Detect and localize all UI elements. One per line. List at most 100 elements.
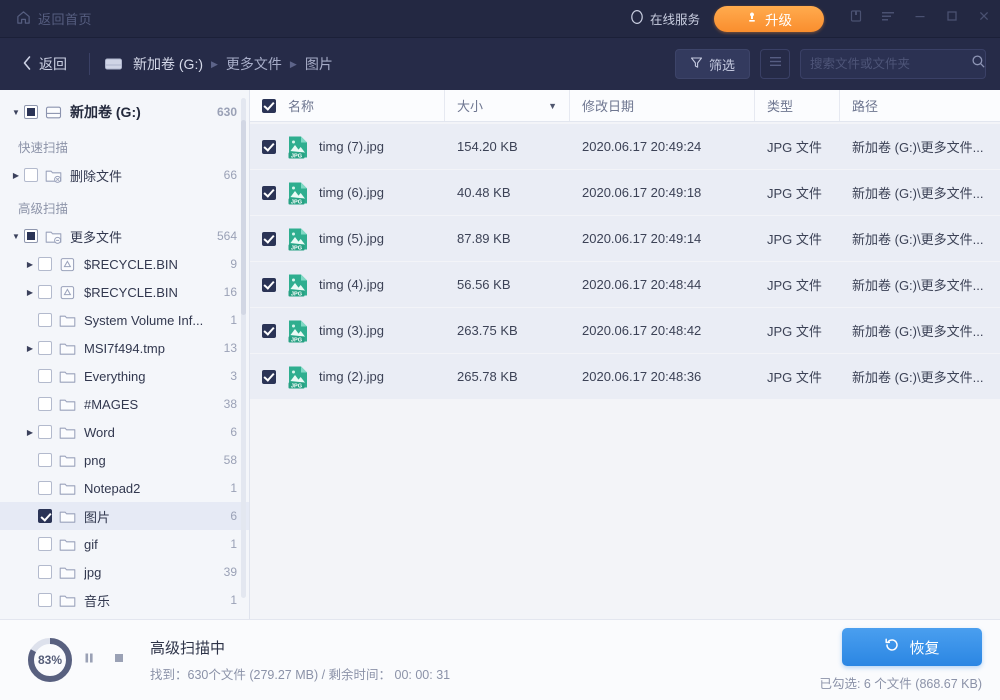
- row-checkbox[interactable]: [262, 278, 276, 292]
- chevron-down-icon[interactable]: ▼: [8, 108, 24, 117]
- sidebar-item-checkbox[interactable]: [38, 453, 52, 467]
- online-service-button[interactable]: 在线服务: [630, 9, 700, 28]
- sidebar-item-checkbox[interactable]: [24, 105, 38, 119]
- column-header-name[interactable]: 名称: [250, 90, 445, 121]
- column-header-size[interactable]: 大小 ▼: [445, 90, 570, 121]
- sidebar-item-图片[interactable]: 图片6: [0, 502, 249, 530]
- scan-status-text: 高级扫描中 找到：630个文件 (279.27 MB) / 剩余时间： 00: …: [150, 637, 450, 683]
- table-row[interactable]: JPGtimg (6).jpg40.48 KB2020.06.17 20:49:…: [250, 170, 1000, 216]
- sidebar-item-count: 66: [224, 168, 237, 182]
- chevron-right-icon[interactable]: ▶: [22, 428, 38, 437]
- funnel-icon: [690, 56, 703, 72]
- feedback-button[interactable]: [840, 0, 872, 38]
- breadcrumb-item-2[interactable]: 图片: [305, 54, 333, 74]
- search-box[interactable]: [800, 49, 986, 79]
- folder-icon: [59, 313, 77, 328]
- column-header-type[interactable]: 类型: [755, 90, 840, 121]
- row-checkbox[interactable]: [262, 232, 276, 246]
- sidebar-item-count: 39: [224, 565, 237, 579]
- chevron-right-icon[interactable]: ▶: [22, 260, 38, 269]
- jpg-file-icon: JPG: [287, 181, 309, 205]
- row-checkbox[interactable]: [262, 140, 276, 154]
- sort-chevron-down-icon[interactable]: ▼: [548, 101, 557, 111]
- sidebar-item-checkbox[interactable]: [38, 397, 52, 411]
- chevron-right-icon[interactable]: ▶: [22, 288, 38, 297]
- recycle-bin-icon: [59, 285, 77, 300]
- chevron-right-icon[interactable]: ▶: [8, 171, 24, 180]
- sidebar-item-checkbox[interactable]: [38, 369, 52, 383]
- sidebar-item-checkbox[interactable]: [24, 229, 38, 243]
- table-row[interactable]: JPGtimg (7).jpg154.20 KB2020.06.17 20:49…: [250, 124, 1000, 170]
- sidebar-scrollbar-thumb[interactable]: [241, 120, 246, 315]
- sidebar-item-音乐[interactable]: 音乐1: [0, 586, 249, 614]
- table-row[interactable]: JPGtimg (5).jpg87.89 KB2020.06.17 20:49:…: [250, 216, 1000, 262]
- row-checkbox[interactable]: [262, 186, 276, 200]
- upgrade-button[interactable]: 升级: [714, 6, 824, 32]
- breadcrumb-item-1[interactable]: 更多文件: [226, 54, 282, 74]
- sidebar-item-checkbox[interactable]: [38, 341, 52, 355]
- minimize-button[interactable]: [904, 0, 936, 38]
- sidebar-item--recycle-bin[interactable]: ▶$RECYCLE.BIN9: [0, 250, 249, 278]
- file-name-label: timg (4).jpg: [319, 277, 384, 292]
- row-checkbox[interactable]: [262, 370, 276, 384]
- table-row[interactable]: JPGtimg (3).jpg263.75 KB2020.06.17 20:48…: [250, 308, 1000, 354]
- cell-path: 新加卷 (G:)\更多文件...: [840, 229, 1000, 248]
- sidebar-item-system-volume-inf-[interactable]: System Volume Inf...1: [0, 306, 249, 334]
- home-button[interactable]: 返回首页: [16, 9, 92, 28]
- sidebar-item-checkbox[interactable]: [38, 257, 52, 271]
- sidebar-item-新加卷-g-[interactable]: ▼新加卷 (G:)630: [0, 96, 249, 128]
- sidebar-item-jpg[interactable]: jpg39: [0, 558, 249, 586]
- app-window: 返回首页 在线服务 升级: [0, 0, 1000, 700]
- breadcrumb-arrow-0: ▶: [211, 59, 218, 70]
- breadcrumb-item-0[interactable]: 新加卷 (G:): [133, 54, 203, 74]
- sidebar-item-png[interactable]: png58: [0, 446, 249, 474]
- sidebar-item-word[interactable]: ▶Word6: [0, 418, 249, 446]
- cell-type: JPG 文件: [755, 321, 840, 340]
- chevron-left-icon: [22, 55, 32, 74]
- sidebar-item-msi7f494-tmp[interactable]: ▶MSI7f494.tmp13: [0, 334, 249, 362]
- sidebar-item-notepad2[interactable]: Notepad21: [0, 474, 249, 502]
- select-all-checkbox[interactable]: [262, 99, 276, 113]
- chevron-down-icon[interactable]: ▼: [8, 232, 24, 241]
- sidebar-item-删除文件[interactable]: ▶删除文件66: [0, 161, 249, 189]
- row-checkbox[interactable]: [262, 324, 276, 338]
- sidebar-item-checkbox[interactable]: [38, 593, 52, 607]
- column-header-date[interactable]: 修改日期: [570, 90, 755, 121]
- filter-button[interactable]: 筛选: [675, 49, 750, 79]
- column-header-size-label: 大小: [457, 96, 483, 115]
- sidebar-item-checkbox[interactable]: [38, 425, 52, 439]
- chevron-right-icon[interactable]: ▶: [22, 344, 38, 353]
- sidebar-item-checkbox[interactable]: [38, 313, 52, 327]
- menu-button[interactable]: [872, 0, 904, 38]
- sidebar-item-everything[interactable]: Everything3: [0, 362, 249, 390]
- sidebar-section-label: 高级扫描: [0, 189, 249, 222]
- stop-scan-button[interactable]: [104, 645, 134, 675]
- maximize-button[interactable]: [936, 0, 968, 38]
- sidebar-item-checkbox[interactable]: [38, 509, 52, 523]
- folder-icon: [59, 425, 77, 440]
- sidebar-item-checkbox[interactable]: [38, 537, 52, 551]
- sidebar-item-gif[interactable]: gif1: [0, 530, 249, 558]
- back-button-label: 返回: [39, 54, 67, 74]
- search-input[interactable]: [810, 57, 971, 71]
- sidebar-item-count: 6: [230, 425, 237, 439]
- recycle-bin-icon: [59, 257, 77, 272]
- sidebar-item--recycle-bin[interactable]: ▶$RECYCLE.BIN16: [0, 278, 249, 306]
- sidebar-item-checkbox[interactable]: [24, 168, 38, 182]
- sidebar-item-label: Everything: [84, 369, 222, 384]
- sidebar-item-checkbox[interactable]: [38, 481, 52, 495]
- recover-button[interactable]: 恢复: [842, 628, 982, 666]
- search-icon[interactable]: [971, 54, 986, 74]
- pause-scan-button[interactable]: [74, 645, 104, 675]
- sidebar-item-更多文件[interactable]: ▼更多文件564: [0, 222, 249, 250]
- view-mode-button[interactable]: [760, 49, 790, 79]
- table-row[interactable]: JPGtimg (2).jpg265.78 KB2020.06.17 20:48…: [250, 354, 1000, 400]
- sidebar-item-checkbox[interactable]: [38, 565, 52, 579]
- close-button[interactable]: [968, 0, 1000, 38]
- sidebar-item-count: 1: [230, 481, 237, 495]
- sidebar-item-checkbox[interactable]: [38, 285, 52, 299]
- sidebar-item--mages[interactable]: #MAGES38: [0, 390, 249, 418]
- back-button[interactable]: 返回: [14, 54, 75, 74]
- column-header-path[interactable]: 路径: [840, 90, 1000, 121]
- table-row[interactable]: JPGtimg (4).jpg56.56 KB2020.06.17 20:48:…: [250, 262, 1000, 308]
